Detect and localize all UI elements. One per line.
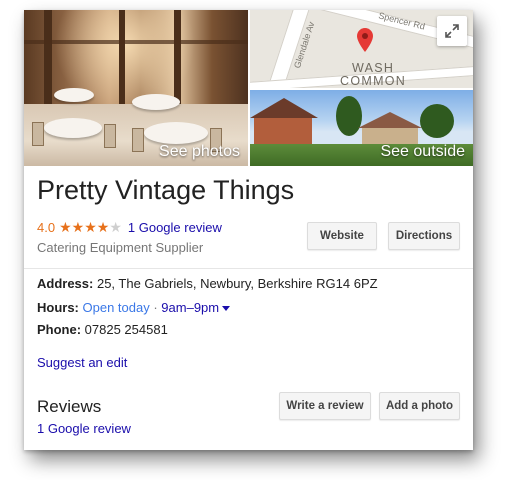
hours-separator: ·: [149, 300, 162, 315]
hours-dropdown[interactable]: 9am–9pm: [161, 300, 219, 315]
map-thumbnail[interactable]: Glendale Av Spencer Rd WASH COMMON: [250, 10, 473, 88]
business-name: Pretty Vintage Things: [37, 175, 295, 205]
photo-header: See photos Glendale Av Spencer Rd WASH C…: [24, 10, 473, 166]
rating-stars: ★★★★★: [59, 219, 122, 236]
star-icon: ★: [96, 219, 110, 235]
hours-row: Hours: Open today · 9am–9pm: [37, 300, 231, 315]
write-review-button[interactable]: Write a review: [279, 392, 371, 420]
see-photos-label[interactable]: See photos: [159, 138, 240, 166]
photo-table: [44, 118, 102, 138]
photo-chair: [32, 122, 44, 146]
address-value: 25, The Gabriels, Newbury, Berkshire RG1…: [93, 276, 378, 291]
map-town-label: WASH COMMON: [340, 62, 406, 88]
interior-photo[interactable]: See photos: [24, 10, 248, 166]
reviews-heading: Reviews: [37, 397, 102, 416]
photo-beam: [174, 10, 181, 110]
photo-chair: [132, 128, 144, 152]
photo-chair: [104, 124, 116, 148]
address-row: Address: 25, The Gabriels, Newbury, Berk…: [37, 276, 378, 291]
photo-beam: [119, 10, 125, 105]
knowledge-panel-card: See photos Glendale Av Spencer Rd WASH C…: [24, 10, 473, 450]
street-view-photo[interactable]: See outside: [250, 90, 473, 166]
photo-table: [132, 94, 180, 110]
business-category: Catering Equipment Supplier: [37, 240, 204, 255]
photo-tree: [420, 104, 454, 138]
map-pin-icon: [357, 28, 373, 52]
directions-button[interactable]: Directions: [388, 222, 460, 250]
star-icon: ★: [71, 219, 85, 235]
photo-roof: [250, 98, 318, 118]
suggest-edit-link[interactable]: Suggest an edit: [37, 355, 127, 370]
photo-roof: [358, 112, 422, 128]
rating-row: 4.0 ★★★★★ 1 Google review: [37, 219, 222, 236]
phone-row: Phone: 07825 254581: [37, 322, 168, 337]
review-count-link[interactable]: 1 Google review: [128, 220, 222, 235]
hours-status: Open today: [82, 300, 150, 315]
hours-label: Hours:: [37, 300, 79, 315]
phone-value[interactable]: 07825 254581: [81, 322, 168, 337]
star-icon: ★: [84, 219, 97, 235]
phone-label: Phone:: [37, 322, 82, 337]
see-outside-label[interactable]: See outside: [380, 138, 465, 166]
rating-value: 4.0: [37, 220, 56, 235]
address-label: Address:: [37, 276, 94, 291]
star-icon: ★: [59, 219, 72, 235]
website-button[interactable]: Website: [307, 222, 377, 250]
photo-table: [54, 88, 94, 102]
reviews-count-link[interactable]: 1 Google review: [37, 421, 131, 436]
star-empty-icon: ★: [109, 219, 122, 235]
photo-beam: [24, 40, 248, 44]
expand-map-button[interactable]: [437, 16, 467, 46]
add-photo-button[interactable]: Add a photo: [379, 392, 460, 420]
expand-icon: [445, 24, 459, 38]
chevron-down-icon[interactable]: [222, 306, 231, 312]
map-town-line: COMMON: [340, 74, 407, 88]
divider: [24, 268, 473, 269]
